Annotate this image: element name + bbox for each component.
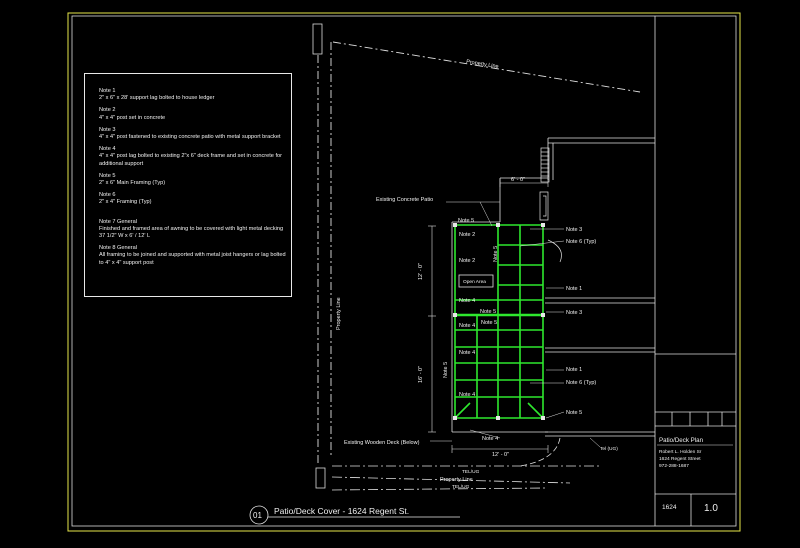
existing-deck-label: Existing Wooden Deck (Below)	[344, 440, 420, 446]
title-block-sheet-id: 1624	[662, 504, 677, 511]
title-block-address: 1624 Regent Street	[659, 456, 701, 462]
note-item: Note 3 4" x 4" post fastened to existing …	[99, 127, 287, 141]
callout-right: Note 3	[566, 227, 582, 233]
note-body: 2" x 6" x 28' support lag bolted to hous…	[99, 95, 215, 102]
note-item: Note 6 2" x 4" Framing (Typ)	[99, 192, 287, 206]
title-block-phone: 972-288-1687	[659, 463, 689, 469]
note-title: Note 2	[99, 107, 116, 114]
note-item: Note 7 General Finished and framed area o…	[99, 219, 287, 241]
note-body: Finished and framed area of awning to be…	[99, 225, 284, 240]
tel-ug-label-3: Tel (UG)	[600, 446, 618, 452]
utility-pole-top	[312, 23, 323, 55]
property-line-left	[317, 42, 332, 465]
callout-right: Note 3	[566, 310, 582, 316]
callout-left: Note 4	[459, 323, 475, 329]
tel-ug-label-2: TEL/UG	[452, 484, 470, 490]
callout-left: Note 5	[493, 246, 499, 262]
property-line-bottom-label: Property Line	[440, 477, 473, 483]
title-block-drawing-title: Patio/Deck Plan	[659, 437, 704, 444]
note-body: 4" x 4" post lag bolted to existing 2"x …	[99, 153, 283, 167]
property-line-left-label: Property Line	[336, 297, 342, 330]
inner-note-label: Note 5	[481, 320, 497, 326]
note-item: Note 1 2" x 6" x 28' support lag bolted t…	[99, 88, 287, 102]
dim-top: 6' - 0"	[511, 177, 525, 183]
framing-grid	[454, 224, 544, 419]
inner-note-label: Note 5	[480, 309, 496, 315]
callout-left: Note 5	[458, 218, 474, 224]
note-title: Note 8 General	[99, 245, 137, 252]
callout-left: Note 4	[459, 392, 475, 398]
dim-bottom: 12' - 0"	[492, 452, 509, 458]
door-swing	[547, 239, 562, 263]
note-body: 2" x 6" Main Framing (Typ)	[99, 180, 166, 187]
notes-panel: Note 1 2" x 6" x 28' support lag bolted t…	[84, 73, 292, 297]
callout-right: Note 6 (Typ)	[566, 380, 596, 386]
tel-ug-label-1: TEL/UG	[462, 469, 480, 475]
note-item: Note 2 4" x 4" post set in concrete	[99, 107, 287, 121]
framing-member	[454, 402, 471, 419]
utility-pole-bottom	[315, 467, 326, 489]
note-title: Note 3	[99, 126, 116, 133]
note-body: All framing to be joined and supported w…	[99, 252, 286, 266]
callout-right: Note 5	[566, 410, 582, 416]
callout-left: Note 2	[459, 258, 475, 264]
open-area-label: Open Area	[463, 279, 486, 285]
note-item: Note 5 2" x 6" Main Framing (Typ)	[99, 173, 287, 187]
note-title: Note 5	[99, 172, 116, 179]
note-title: Note 6	[99, 192, 116, 199]
callout-right: Note 1	[566, 367, 582, 373]
callout-left: Note 2	[459, 232, 475, 238]
property-line-top-label: Property Line	[466, 59, 499, 70]
caption-title: Patio/Deck Cover - 1624 Regent St.	[274, 506, 409, 516]
callout-left: Note 4	[459, 350, 475, 356]
title-block-revision: 1.0	[704, 503, 718, 514]
note-body: 4" x 4" post set in concrete	[99, 114, 166, 121]
callout-left: Note 4	[459, 298, 475, 304]
house-wall	[545, 137, 655, 437]
posts	[453, 223, 545, 420]
note-title: Note 1	[99, 88, 116, 94]
callout-right: Note 1	[566, 286, 582, 292]
caption-number: 01	[253, 511, 262, 520]
utility-line-curve	[519, 437, 561, 467]
dim-left-lower: 16' - 0"	[418, 366, 424, 383]
callout-bottom: Note 4	[482, 436, 498, 442]
title-block-owner: Robert L. Holden Sr	[659, 449, 702, 455]
existing-patio-label: Existing Concrete Patio	[376, 197, 433, 203]
callout-right: Note 6 (Typ)	[566, 239, 596, 245]
framing-member	[527, 402, 544, 419]
note-body: 2" x 4" Framing (Typ)	[99, 199, 152, 206]
note-title: Note 4	[99, 146, 116, 153]
note-item: Note 4 4" x 4" post lag bolted to existin…	[99, 146, 287, 168]
note-title: Note 7 General	[99, 218, 137, 225]
dim-left-upper: 12' - 0"	[418, 263, 424, 280]
note-item: Note 8 General All framing to be joined a…	[99, 245, 287, 267]
note-body: 4" x 4" post fastened to existing concre…	[99, 134, 281, 141]
callout-left: Note 5	[443, 362, 449, 378]
